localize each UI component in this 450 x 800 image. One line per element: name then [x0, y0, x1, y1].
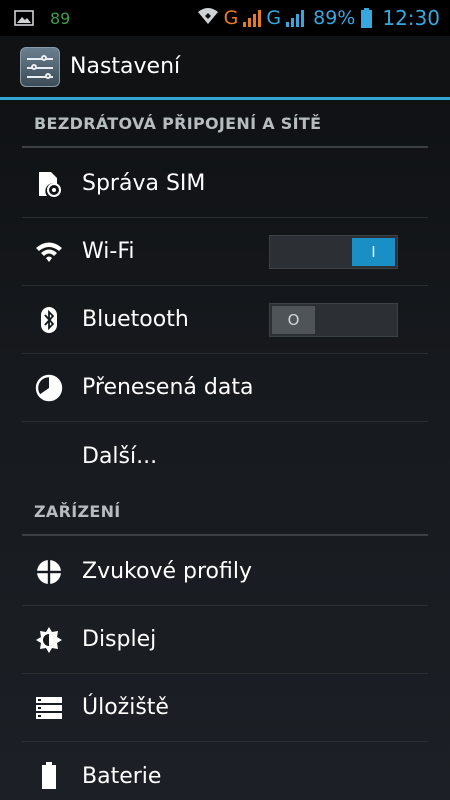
settings-item-display[interactable]: Displej: [22, 606, 428, 674]
item-label: Wi-Fi: [82, 239, 135, 264]
settings-item-more[interactable]: Další...: [22, 422, 428, 490]
settings-item-battery[interactable]: Baterie: [22, 742, 428, 800]
battery-icon: [361, 8, 373, 28]
wifi-icon: [34, 237, 64, 267]
settings-item-bluetooth[interactable]: Bluetooth O: [22, 286, 428, 354]
sound-profiles-icon: [34, 557, 64, 587]
action-bar: Nastavení: [0, 36, 450, 100]
item-label: Správa SIM: [82, 171, 206, 196]
network-type-1: G: [223, 7, 239, 29]
gallery-notification-icon: [14, 10, 34, 26]
settings-item-sim[interactable]: Správa SIM: [22, 150, 428, 218]
settings-item-wifi[interactable]: Wi-Fi I: [22, 218, 428, 286]
item-label: Baterie: [82, 763, 162, 789]
wifi-status-icon: [196, 6, 220, 30]
signal-icon-2: [285, 8, 305, 28]
toggle-thumb: O: [272, 306, 315, 334]
item-label: Bluetooth: [82, 307, 189, 332]
settings-item-data-usage[interactable]: Přenesená data: [22, 354, 428, 422]
bluetooth-icon: [34, 305, 64, 335]
wifi-toggle[interactable]: I: [269, 235, 398, 269]
page-title: Nastavení: [70, 54, 181, 79]
status-bar: 89 G G 89% 12:30: [0, 0, 450, 36]
toggle-thumb: I: [352, 238, 395, 266]
storage-icon: [34, 693, 64, 723]
brightness-icon: [34, 625, 64, 655]
item-label: Displej: [82, 627, 157, 652]
settings-app-icon[interactable]: [20, 46, 60, 87]
item-label: Zvukové profily: [82, 559, 252, 584]
settings-item-storage[interactable]: Úložiště: [22, 674, 428, 742]
battery-percent: 89%: [313, 7, 356, 29]
data-usage-icon: [34, 373, 64, 403]
item-label: Úložiště: [82, 695, 169, 720]
item-label: Přenesená data: [82, 375, 254, 400]
clock: 12:30: [382, 6, 440, 30]
signal-icon-1: [242, 8, 262, 28]
section-header-wireless: BEZDRÁTOVÁ PŘIPOJENÍ A SÍTĚ: [22, 102, 428, 148]
section-header-device: ZAŘÍZENÍ: [22, 490, 428, 536]
item-label: Další...: [82, 443, 158, 469]
settings-item-sound-profiles[interactable]: Zvukové profily: [22, 538, 428, 606]
battery-setting-icon: [34, 761, 64, 791]
notification-count: 89: [50, 8, 71, 28]
network-type-2: G: [266, 7, 282, 29]
sim-card-icon: [34, 169, 64, 199]
bluetooth-toggle[interactable]: O: [269, 303, 398, 337]
